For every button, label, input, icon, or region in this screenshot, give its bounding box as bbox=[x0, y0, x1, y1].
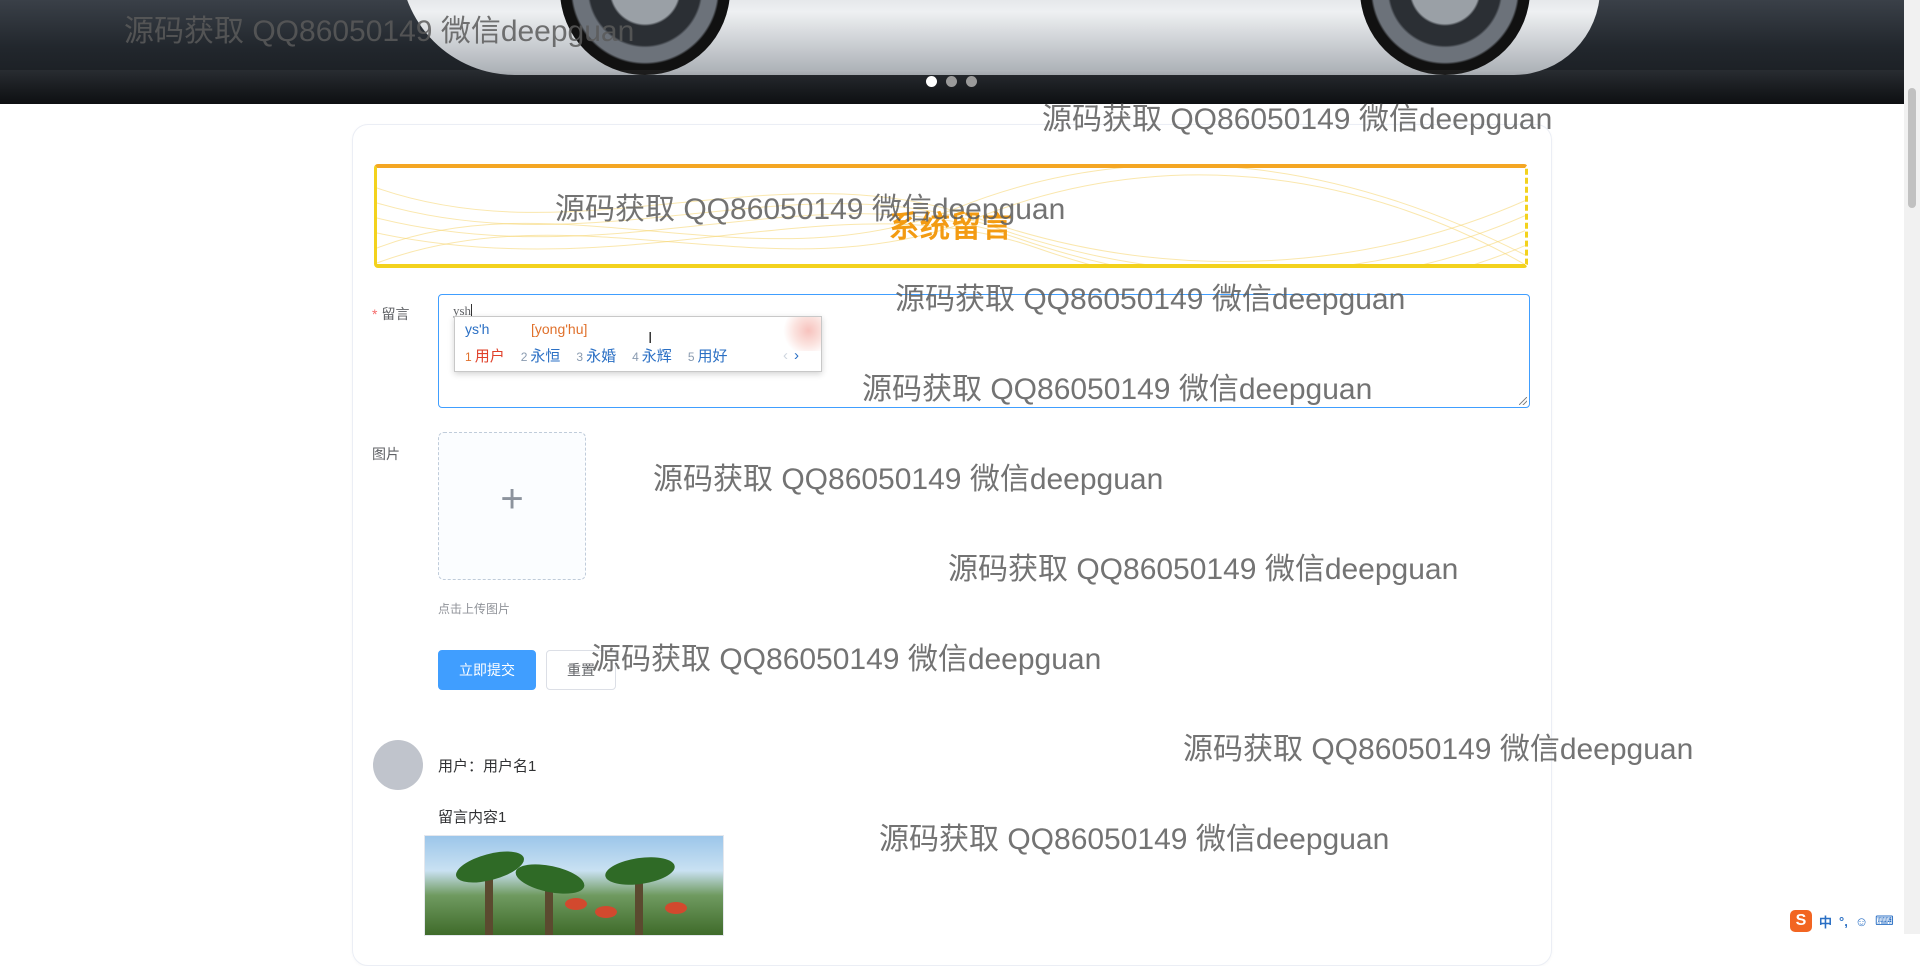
ime-candidate[interactable]: 5 用好 bbox=[688, 345, 728, 366]
resize-handle-icon[interactable] bbox=[1519, 397, 1527, 405]
punctuation-toggle[interactable]: °, bbox=[1839, 914, 1848, 929]
sogou-logo-icon[interactable]: S bbox=[1790, 910, 1812, 932]
candidate-number: 4 bbox=[632, 350, 639, 364]
image-label: 图片 bbox=[372, 446, 400, 462]
ime-candidate-popup: ys'h [yong'hu] 1 用户 2 永恒 3 永婚 4 永辉 5 用好 ‹ › bbox=[454, 316, 822, 372]
carousel-dot-3[interactable] bbox=[966, 76, 977, 87]
ime-pinyin-hint: [yong'hu] bbox=[531, 321, 588, 337]
plus-icon: + bbox=[500, 477, 524, 521]
comment-username: 用户：用户名1 bbox=[438, 758, 537, 775]
ime-candidate[interactable]: 2 永恒 bbox=[521, 345, 561, 366]
carousel-dot-1[interactable] bbox=[926, 76, 937, 87]
ime-candidate[interactable]: 3 永婚 bbox=[576, 345, 616, 366]
language-toggle[interactable]: 中 bbox=[1819, 912, 1832, 931]
carousel-dot-2[interactable] bbox=[946, 76, 957, 87]
ime-prev-page-icon[interactable]: ‹ bbox=[783, 347, 788, 364]
ime-candidate[interactable]: 4 永辉 bbox=[632, 345, 672, 366]
candidate-text: 永辉 bbox=[641, 348, 672, 365]
image-upload-button[interactable]: + bbox=[438, 432, 586, 580]
scrollbar-thumb[interactable] bbox=[1908, 88, 1916, 208]
ime-candidate-list: 1 用户 2 永恒 3 永婚 4 永辉 5 用好 bbox=[465, 345, 728, 366]
candidate-text: 用户 bbox=[474, 348, 505, 365]
hero-banner bbox=[0, 0, 1904, 104]
ime-next-page-icon[interactable]: › bbox=[794, 347, 799, 364]
candidate-number: 5 bbox=[687, 350, 695, 364]
candidate-number: 3 bbox=[576, 350, 584, 364]
page-scrollbar[interactable] bbox=[1904, 0, 1920, 934]
section-title-box: 系统留言 bbox=[374, 164, 1528, 268]
ime-composition: ys'h bbox=[465, 321, 490, 337]
required-mark: * bbox=[372, 306, 378, 322]
submit-button[interactable]: 立即提交 bbox=[438, 650, 536, 690]
smiley-icon[interactable]: ☺ bbox=[1855, 914, 1868, 929]
candidate-number: 1 bbox=[465, 350, 472, 364]
reset-button[interactable]: 重置 bbox=[546, 650, 616, 690]
page-title: 系统留言 bbox=[889, 211, 1013, 244]
avatar bbox=[373, 740, 423, 790]
candidate-text: 永婚 bbox=[586, 348, 617, 365]
keyboard-icon[interactable]: ⌨ bbox=[1875, 913, 1894, 929]
message-label: * 留言 bbox=[372, 304, 409, 324]
i-beam-cursor-icon: I bbox=[648, 330, 653, 347]
ime-status-bar: S 中 °, ☺ ⌨ bbox=[1790, 908, 1900, 934]
candidate-text: 永恒 bbox=[530, 348, 561, 365]
comment-image[interactable] bbox=[424, 835, 724, 936]
candidate-text: 用好 bbox=[697, 348, 728, 365]
ime-page-nav: ‹ › bbox=[783, 347, 799, 364]
message-label-text: 留言 bbox=[381, 306, 410, 322]
ime-candidate[interactable]: 1 用户 bbox=[465, 345, 505, 366]
upload-tip: 点击上传图片 bbox=[438, 602, 511, 616]
candidate-number: 2 bbox=[520, 350, 528, 364]
ime-skin-decoration bbox=[779, 317, 821, 351]
comment-content: 留言内容1 bbox=[438, 809, 507, 826]
carousel-indicators bbox=[926, 76, 977, 87]
